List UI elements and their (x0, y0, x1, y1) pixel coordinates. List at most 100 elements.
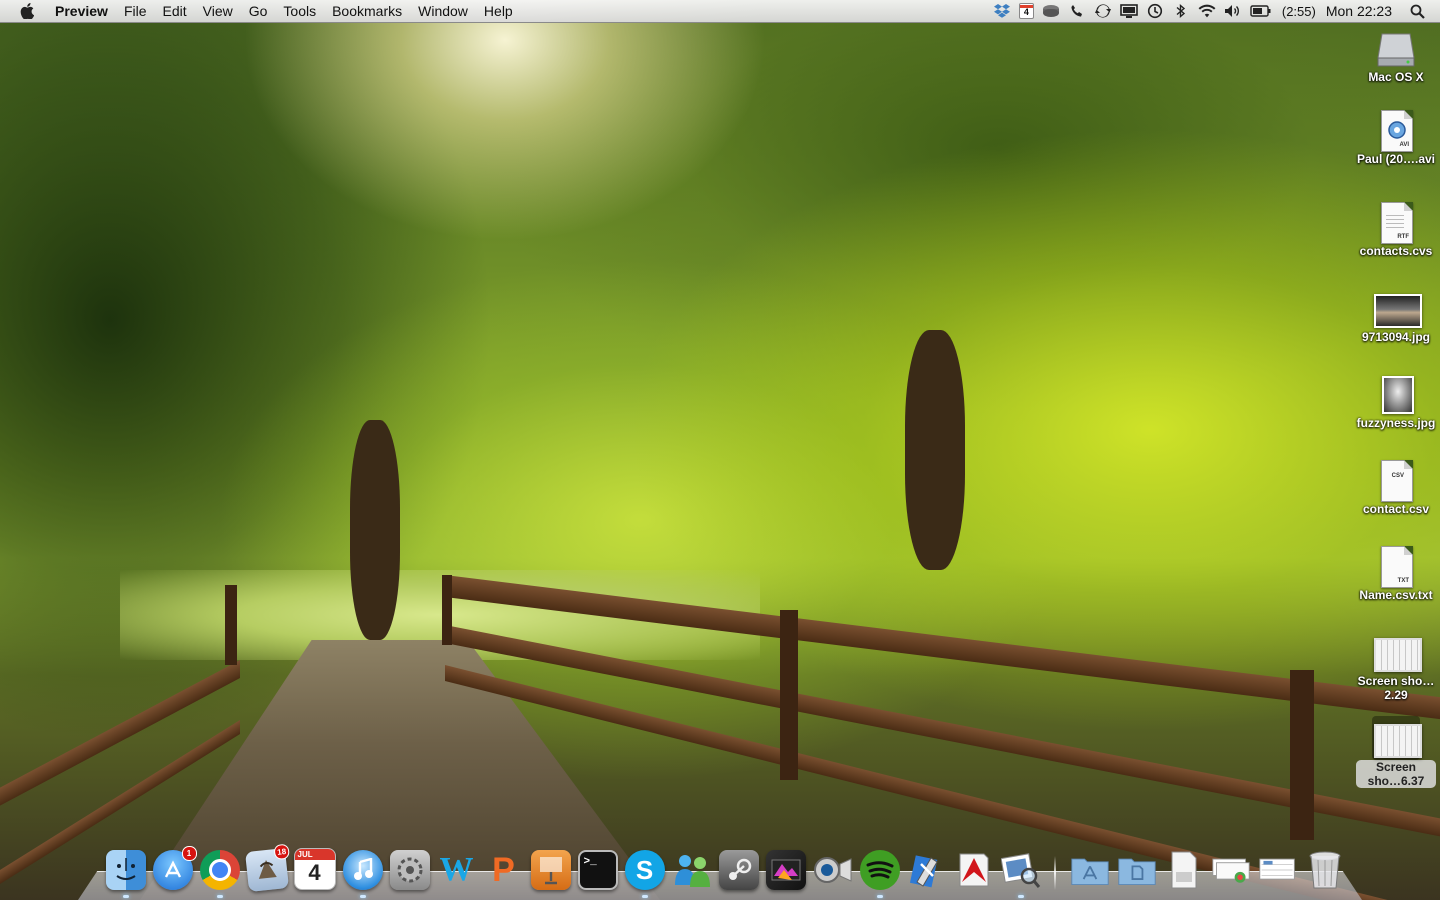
ichat-icon[interactable] (672, 850, 712, 890)
final-cut-icon[interactable] (765, 850, 806, 890)
acrobat-icon[interactable] (954, 850, 994, 890)
desktop-icon-label: Mac OS X (1368, 70, 1424, 84)
dropbox-icon[interactable] (993, 3, 1011, 19)
rtf-document-page: RTF (1381, 202, 1413, 244)
bluetooth-icon[interactable] (1172, 3, 1190, 19)
rtf-type-tag: RTF (1397, 234, 1409, 240)
wallpaper-post-right-3 (1290, 670, 1314, 840)
desktop-icon-txt-file[interactable]: TXT Name.csv.txt (1352, 544, 1440, 602)
avi-type-tag: AVI (1399, 142, 1409, 148)
desktop-icon-jpg-file-2[interactable]: fuzzyness.jpg (1352, 372, 1440, 430)
wallpaper-post-right-1 (442, 575, 452, 645)
app-store-icon[interactable]: 1 (152, 846, 197, 890)
screenshot-file-icon (1372, 716, 1422, 760)
menu-window[interactable]: Window (410, 0, 476, 22)
menu-tools[interactable]: Tools (275, 0, 324, 22)
volume-icon[interactable] (1224, 3, 1242, 19)
desktop-icon-label: fuzzyness.jpg (1356, 416, 1436, 430)
menu-bookmarks[interactable]: Bookmarks (324, 0, 410, 22)
running-indicator (1017, 895, 1024, 898)
skype-icon[interactable]: S (624, 850, 665, 898)
menu-bar: Preview File Edit View Go Tools Bookmark… (0, 0, 1440, 23)
running-indicator (122, 895, 129, 898)
menu-app-name[interactable]: Preview (45, 0, 116, 22)
terminal-icon[interactable]: >_ (577, 850, 618, 890)
jpg-file-icon (1374, 286, 1422, 330)
menu-help[interactable]: Help (476, 0, 521, 22)
desktop-icon-rtf-file[interactable]: RTF contacts.cvs (1352, 200, 1440, 258)
running-indicator (359, 895, 366, 898)
desktop-icon-csv-file[interactable]: CSV contact.csv (1352, 458, 1440, 516)
rtf-file-icon: RTF (1376, 200, 1416, 244)
display-icon[interactable] (1120, 3, 1138, 19)
desktop-icon-jpg-file-1[interactable]: 9713094.jpg (1352, 286, 1440, 344)
csv-type-tag: CSV (1391, 473, 1404, 479)
applications-folder-icon[interactable] (1070, 850, 1110, 890)
wifi-icon[interactable] (1198, 3, 1216, 19)
wallpaper-tree-trunk-left (350, 420, 400, 640)
calendar-month: JUL (294, 849, 335, 860)
spotify-icon[interactable] (859, 850, 900, 898)
drive-icon[interactable] (1042, 3, 1060, 19)
menubar-clock[interactable]: Mon 22:23 (1326, 3, 1392, 19)
system-preferences-icon[interactable] (389, 850, 430, 890)
finder-icon[interactable] (105, 850, 146, 898)
desktop-icon-label: Paul (20….avi (1356, 152, 1436, 166)
desktop-icon-label: Screen sho…6.37 (1356, 760, 1436, 788)
desktop-icon-screenshot-1[interactable]: Screen sho…2.29 (1352, 630, 1440, 702)
calendar-day-label: 4 (1023, 7, 1029, 17)
dock-separator (1054, 856, 1056, 890)
facetime-camera-icon[interactable] (813, 850, 853, 890)
dock-items: 1 18 JUL 4 W P >_ S (102, 842, 1348, 898)
wallpaper-post-right-2 (780, 610, 798, 780)
time-machine-icon[interactable] (1146, 3, 1164, 19)
steam-icon[interactable] (718, 850, 759, 890)
desktop-icon-label: Screen sho…2.29 (1357, 674, 1435, 702)
screenshot-thumbnail (1374, 638, 1422, 672)
battery-time-remaining[interactable]: (2:55) (1282, 4, 1316, 19)
running-indicator (216, 895, 223, 898)
terminal-prompt: >_ (583, 856, 597, 868)
txt-type-tag: TXT (1397, 578, 1409, 584)
csv-file-icon: CSV (1376, 458, 1416, 502)
file-stack-icon[interactable] (1164, 850, 1204, 890)
apple-menu-icon[interactable] (19, 3, 35, 19)
keynote-icon[interactable] (530, 850, 571, 890)
screenshot-stack-icon[interactable] (1258, 850, 1298, 890)
itunes-icon[interactable] (342, 850, 383, 898)
csv-document-page: CSV (1381, 460, 1413, 502)
phone-icon[interactable] (1068, 3, 1086, 19)
app-store-badge: 1 (181, 846, 197, 861)
word-icon[interactable]: W (437, 850, 477, 890)
desktop-icon-screenshot-2[interactable]: Screen sho…6.37 (1352, 716, 1440, 788)
documents-folder-icon[interactable] (1117, 850, 1157, 890)
calendar-icon[interactable]: JUL 4 (293, 848, 336, 890)
calendar-day: 4 (308, 860, 321, 885)
screenshot-thumbnail (1374, 724, 1422, 758)
battery-icon[interactable] (1250, 3, 1272, 19)
desktop-icon-avi-file[interactable]: AVI Paul (20….avi (1352, 108, 1440, 166)
desktop-icon-mac-os-x[interactable]: Mac OS X (1352, 26, 1440, 84)
dock: 1 18 JUL 4 W P >_ S (78, 838, 1362, 900)
calendar-icon[interactable]: 4 (1018, 3, 1034, 19)
chrome-center (208, 859, 231, 881)
trash-icon[interactable] (1305, 850, 1345, 890)
downloads-stack-icon[interactable] (1211, 850, 1251, 890)
hard-drive-icon (1376, 26, 1416, 70)
menu-view[interactable]: View (195, 0, 241, 22)
chrome-icon[interactable] (199, 850, 240, 898)
txt-file-icon: TXT (1376, 544, 1416, 588)
menu-go[interactable]: Go (241, 0, 276, 22)
spotlight-icon[interactable] (1408, 3, 1426, 19)
running-indicator (641, 895, 648, 898)
avi-file-icon: AVI (1376, 108, 1416, 152)
mail-icon[interactable]: 18 (244, 843, 290, 892)
sync-icon[interactable] (1094, 3, 1112, 19)
xcode-icon[interactable] (907, 850, 947, 890)
desktop-icon-label: 9713094.jpg (1361, 330, 1431, 344)
powerpoint-icon[interactable]: P (484, 850, 524, 890)
menu-edit[interactable]: Edit (155, 0, 195, 22)
menu-file[interactable]: File (116, 0, 155, 22)
preview-icon[interactable] (1000, 850, 1041, 898)
document-text-lines (1386, 215, 1404, 231)
